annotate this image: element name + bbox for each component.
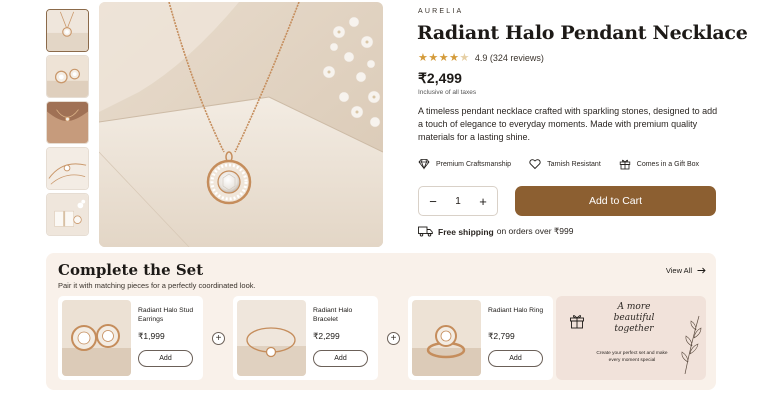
free-shipping-label: Free shipping xyxy=(438,226,494,237)
diamond-icon xyxy=(418,159,430,170)
set-item-name: Radiant Halo Stud Earrings xyxy=(138,307,194,323)
feature-label: Comes in a Gift Box xyxy=(636,160,700,168)
leaf-branch-icon xyxy=(681,315,702,374)
rating-text: 4.9 (324 reviews) xyxy=(474,52,544,63)
thumbnail-earrings[interactable] xyxy=(46,55,89,98)
increase-quantity-button[interactable]: + xyxy=(477,194,489,209)
promo-headline: A more beautiful together xyxy=(613,302,655,334)
add-ring-button[interactable]: Add xyxy=(488,350,543,367)
feature-label: Premium Craftsmanship xyxy=(436,160,512,168)
rating-stars: ★★★★★ xyxy=(418,52,470,64)
bracelet-image xyxy=(237,300,306,376)
gift-icon xyxy=(619,159,630,170)
plus-icon: + xyxy=(212,332,225,345)
set-item-name: Radiant Halo Ring xyxy=(488,307,544,314)
feature-gift-box: Comes in a Gift Box xyxy=(619,158,699,170)
gift-icon xyxy=(570,315,584,329)
brand-name: AURELIA xyxy=(418,8,464,15)
feature-tarnish: Tarnish Resistant xyxy=(529,158,601,170)
arrow-right-icon xyxy=(697,267,706,274)
set-item-price: ₹1,999 xyxy=(138,331,165,341)
quantity-stepper: − 1 + xyxy=(418,186,498,216)
set-promo-card: A more beautiful together Create your pe… xyxy=(556,296,706,380)
thumbnail-gift-box[interactable] xyxy=(46,193,89,236)
section-subtitle: Pair it with matching pieces for a perfe… xyxy=(58,281,256,290)
product-hero-image xyxy=(99,2,383,247)
product-description: A timeless pendant necklace crafted with… xyxy=(418,106,718,142)
earrings-image xyxy=(62,300,131,376)
product-price: ₹2,499 xyxy=(418,70,462,86)
plus-icon: + xyxy=(387,332,400,345)
rating-row[interactable]: ★★★★★ 4.9 (324 reviews) xyxy=(418,51,544,64)
set-item-earrings: Radiant Halo Stud Earrings ₹1,999 Add xyxy=(58,296,203,380)
set-item-name: Radiant Halo Bracelet xyxy=(313,307,353,323)
section-title: Complete the Set xyxy=(58,261,204,279)
quantity-value: 1 xyxy=(455,195,461,207)
shipping-info: Free shipping on orders over ₹999 xyxy=(418,226,574,237)
thumbnail-model[interactable] xyxy=(46,101,89,144)
heart-icon xyxy=(529,159,541,170)
view-all-link[interactable]: View All xyxy=(666,266,706,275)
promo-text: Create your perfect set and make every m… xyxy=(596,351,668,363)
tax-note: Inclusive of all taxes xyxy=(418,89,477,96)
thumbnail-pendant[interactable] xyxy=(46,9,89,52)
view-all-label: View All xyxy=(665,266,692,275)
set-item-bracelet: Radiant Halo Bracelet ₹2,299 Add xyxy=(233,296,378,380)
add-earrings-button[interactable]: Add xyxy=(138,350,193,367)
thumbnail-gallery xyxy=(46,9,90,239)
add-bracelet-button[interactable]: Add xyxy=(313,350,368,367)
truck-icon xyxy=(418,226,433,237)
decrease-quantity-button[interactable]: − xyxy=(427,194,439,209)
thumbnail-chain[interactable] xyxy=(46,147,89,190)
set-item-ring: Radiant Halo Ring ₹2,799 Add xyxy=(408,296,553,380)
feature-craftsmanship: Premium Craftsmanship xyxy=(418,158,511,170)
feature-label: Tarnish Resistant xyxy=(547,160,601,168)
shipping-condition: on orders over ₹999 xyxy=(496,226,574,236)
add-to-cart-button[interactable]: Add to Cart xyxy=(515,186,716,216)
product-title: Radiant Halo Pendant Necklace xyxy=(417,22,748,44)
complete-the-set-section: Complete the Set Pair it with matching p… xyxy=(46,253,716,390)
set-item-price: ₹2,799 xyxy=(488,331,515,341)
feature-list: Premium Craftsmanship Tarnish Resistant … xyxy=(418,158,717,170)
set-item-price: ₹2,299 xyxy=(313,331,340,341)
ring-image xyxy=(412,300,481,376)
